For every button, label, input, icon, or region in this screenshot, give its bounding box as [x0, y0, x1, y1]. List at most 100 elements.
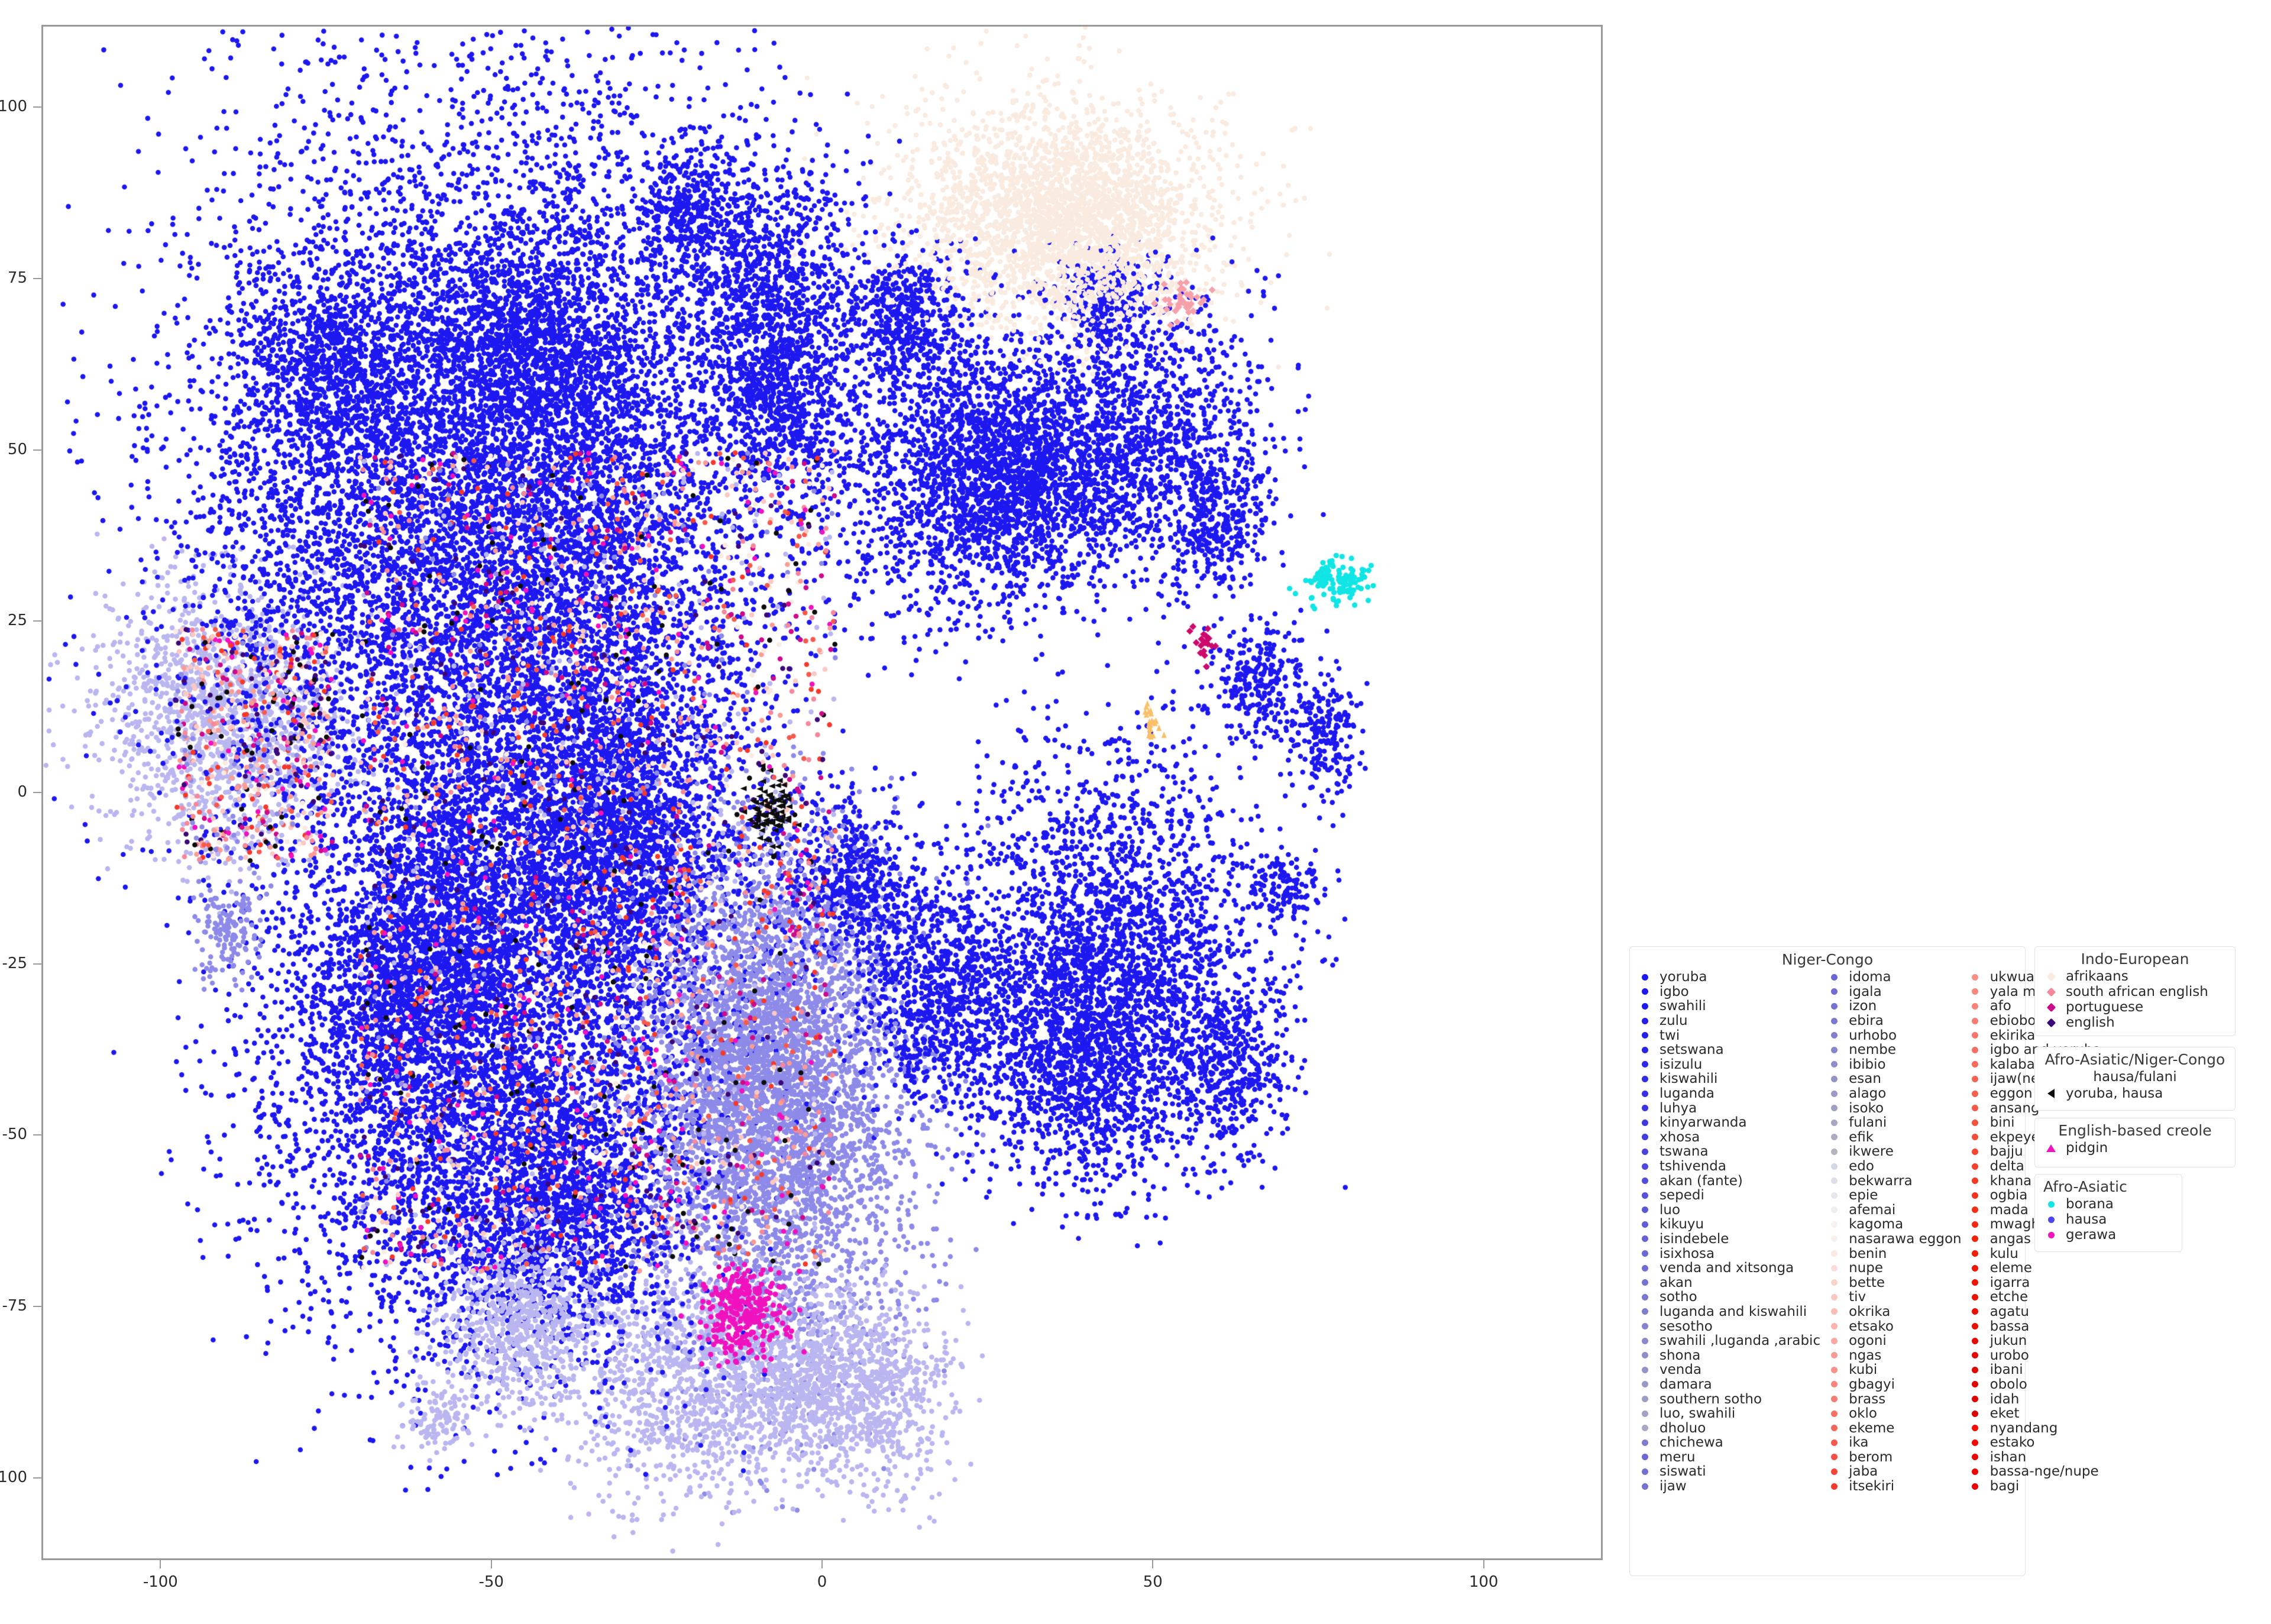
legend-entry[interactable]: ikwere	[1826, 1144, 1962, 1159]
legend-entry[interactable]: isizulu	[1637, 1057, 1820, 1072]
legend-entry[interactable]: zulu	[1637, 1013, 1820, 1028]
legend-entry[interactable]: damara	[1637, 1377, 1820, 1392]
legend-entry[interactable]: ibibio	[1826, 1057, 1962, 1072]
legend-english-based-creole[interactable]: English-based creole pidgin	[2034, 1118, 2236, 1167]
legend-entry[interactable]: isixhosa	[1637, 1246, 1820, 1261]
legend-entry[interactable]: kiswahili	[1637, 1071, 1820, 1086]
legend-entry[interactable]: ibani	[1968, 1362, 2101, 1377]
legend-entry[interactable]: ijaw	[1637, 1479, 1820, 1494]
legend-niger-congo[interactable]: Niger-Congo yoruba igbo swahili zulu twi sets…	[1629, 946, 2101, 1576]
legend-entry[interactable]: borana	[2043, 1196, 2173, 1212]
legend-entry[interactable]: brass	[1826, 1392, 1962, 1407]
legend-entry[interactable]: meru	[1637, 1450, 1820, 1465]
legend-entry[interactable]: shona	[1637, 1348, 1820, 1363]
legend-afro-asiatic[interactable]: Afro-Asiatic borana hausa gerawa	[2034, 1174, 2182, 1252]
legend-entry[interactable]: afemai	[1826, 1202, 1962, 1218]
legend-entry[interactable]: pidgin	[2043, 1140, 2227, 1156]
legend-entry[interactable]: swahili	[1637, 998, 1820, 1014]
legend-entry[interactable]: venda	[1637, 1362, 1820, 1377]
legend-entry[interactable]: esan	[1826, 1071, 1962, 1086]
legend-entry[interactable]: bekwarra	[1826, 1173, 1962, 1189]
legend-entry[interactable]: nupe	[1826, 1260, 1962, 1276]
legend-entry[interactable]: urhobo	[1826, 1028, 1962, 1043]
legend-entry[interactable]: yoruba	[1637, 969, 1820, 985]
legend-entry[interactable]: jukun	[1968, 1333, 2101, 1348]
legend-entry[interactable]: siswati	[1637, 1464, 1820, 1479]
legend-entry[interactable]: nasarawa eggon	[1826, 1231, 1962, 1247]
legend-afroasiatic-nigercongo[interactable]: Afro-Asiatic/Niger-Congo hausa/fulani yo…	[2034, 1047, 2236, 1111]
legend-entry[interactable]: estako	[1968, 1435, 2101, 1450]
legend-entry[interactable]: luhya	[1637, 1101, 1820, 1116]
legend-entry[interactable]: bassa	[1968, 1319, 2101, 1334]
legend-entry[interactable]: swahili ,luganda ,arabic	[1637, 1333, 1820, 1348]
legend-entry[interactable]: okrika	[1826, 1304, 1962, 1319]
legend-entry[interactable]: nyandang	[1968, 1421, 2101, 1436]
legend-entry[interactable]: benin	[1826, 1246, 1962, 1261]
legend-entry[interactable]: tswana	[1637, 1144, 1820, 1159]
legend-entry[interactable]: urobo	[1968, 1348, 2101, 1363]
legend-entry[interactable]: luganda	[1637, 1086, 1820, 1101]
legend-entry[interactable]: luo	[1637, 1202, 1820, 1218]
legend-entry[interactable]: eket	[1968, 1406, 2101, 1421]
legend-entry[interactable]: agatu	[1968, 1304, 2101, 1319]
legend-entry[interactable]: portuguese	[2043, 999, 2227, 1015]
legend-entry[interactable]: tshivenda	[1637, 1159, 1820, 1174]
legend-entry[interactable]: kagoma	[1826, 1217, 1962, 1232]
legend-entry[interactable]: edo	[1826, 1159, 1962, 1174]
legend-entry[interactable]: sotho	[1637, 1289, 1820, 1305]
legend-entry[interactable]: southern sotho	[1637, 1392, 1820, 1407]
legend-entry[interactable]: etsako	[1826, 1319, 1962, 1334]
legend-entry[interactable]: sepedi	[1637, 1188, 1820, 1203]
legend-entry[interactable]: isindebele	[1637, 1231, 1820, 1247]
legend-entry[interactable]: kubi	[1826, 1362, 1962, 1377]
legend-entry[interactable]: akan	[1637, 1275, 1820, 1290]
legend-entry[interactable]: gerawa	[2043, 1227, 2173, 1243]
legend-entry[interactable]: ekeme	[1826, 1421, 1962, 1436]
legend-entry[interactable]: chichewa	[1637, 1435, 1820, 1450]
legend-entry[interactable]: obolo	[1968, 1377, 2101, 1392]
legend-entry[interactable]: berom	[1826, 1450, 1962, 1465]
legend-entry[interactable]: ebira	[1826, 1013, 1962, 1028]
legend-entry[interactable]: dholuo	[1637, 1421, 1820, 1436]
legend-entry[interactable]: ogoni	[1826, 1333, 1962, 1348]
legend-entry[interactable]: oklo	[1826, 1406, 1962, 1421]
legend-entry[interactable]: afrikaans	[2043, 969, 2227, 984]
legend-entry[interactable]: etche	[1968, 1289, 2101, 1305]
legend-entry[interactable]: bette	[1826, 1275, 1962, 1290]
legend-entry[interactable]: yoruba, hausa	[2043, 1086, 2227, 1101]
legend-entry[interactable]: twi	[1637, 1028, 1820, 1043]
legend-entry[interactable]: igbo	[1637, 984, 1820, 999]
legend-entry[interactable]: tiv	[1826, 1289, 1962, 1305]
legend-entry[interactable]: epie	[1826, 1188, 1962, 1203]
legend-indo-european[interactable]: Indo-European afrikaans south african eng…	[2034, 946, 2236, 1036]
legend-entry[interactable]: gbagyi	[1826, 1377, 1962, 1392]
legend-entry[interactable]: kikuyu	[1637, 1217, 1820, 1232]
legend-entry[interactable]: akan (fante)	[1637, 1173, 1820, 1189]
legend-entry[interactable]: igala	[1826, 984, 1962, 999]
legend-entry[interactable]: bagi	[1968, 1479, 2101, 1494]
legend-entry[interactable]: luganda and kiswahili	[1637, 1304, 1820, 1319]
legend-entry[interactable]: itsekiri	[1826, 1479, 1962, 1494]
legend-entry[interactable]: isoko	[1826, 1101, 1962, 1116]
legend-entry[interactable]: idah	[1968, 1392, 2101, 1407]
legend-entry[interactable]: south african english	[2043, 984, 2227, 999]
legend-entry[interactable]: izon	[1826, 998, 1962, 1014]
legend-entry[interactable]: idoma	[1826, 969, 1962, 985]
legend-entry[interactable]: hausa	[2043, 1212, 2173, 1227]
legend-entry[interactable]: nembe	[1826, 1042, 1962, 1057]
legend-entry[interactable]: ngas	[1826, 1348, 1962, 1363]
legend-entry[interactable]: kinyarwanda	[1637, 1115, 1820, 1130]
legend-entry[interactable]: ishan	[1968, 1450, 2101, 1465]
legend-entry[interactable]: bassa-nge/nupe	[1968, 1464, 2101, 1479]
legend-entry[interactable]: english	[2043, 1015, 2227, 1030]
legend-entry[interactable]: luo, swahili	[1637, 1406, 1820, 1421]
legend-entry[interactable]: eleme	[1968, 1260, 2101, 1276]
legend-entry[interactable]: sesotho	[1637, 1319, 1820, 1334]
legend-entry[interactable]: efik	[1826, 1130, 1962, 1145]
legend-entry[interactable]: venda and xitsonga	[1637, 1260, 1820, 1276]
legend-entry[interactable]: ika	[1826, 1435, 1962, 1450]
legend-entry[interactable]: jaba	[1826, 1464, 1962, 1479]
legend-entry[interactable]: setswana	[1637, 1042, 1820, 1057]
legend-entry[interactable]: fulani	[1826, 1115, 1962, 1130]
legend-entry[interactable]: alago	[1826, 1086, 1962, 1101]
